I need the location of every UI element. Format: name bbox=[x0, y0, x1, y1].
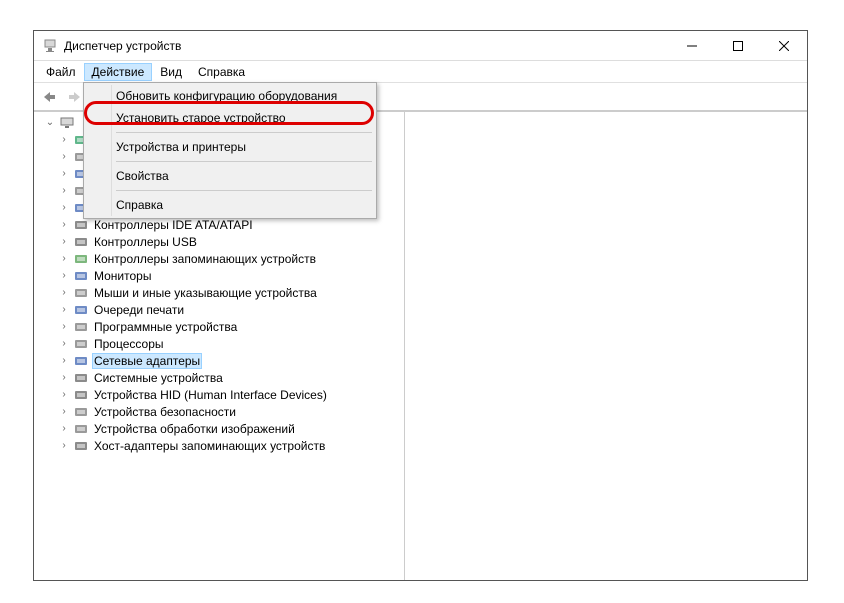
app-icon bbox=[42, 38, 58, 54]
tree-item-label: Устройства обработки изображений bbox=[92, 422, 297, 436]
tree-item[interactable]: › Контроллеры USB bbox=[52, 233, 807, 250]
device-category-icon bbox=[73, 370, 89, 386]
tree-item-label: Сетевые адаптеры bbox=[92, 353, 202, 369]
tree-item[interactable]: › Программные устройства bbox=[52, 318, 807, 335]
expand-icon[interactable]: › bbox=[58, 338, 70, 350]
menu-devices-and-printers[interactable]: Устройства и принтеры bbox=[86, 136, 374, 158]
menu-refresh-hardware[interactable]: Обновить конфигурацию оборудования bbox=[86, 85, 374, 107]
titlebar: Диспетчер устройств bbox=[34, 31, 807, 61]
expand-icon[interactable]: › bbox=[58, 406, 70, 418]
device-category-icon bbox=[73, 404, 89, 420]
tree-item[interactable]: › Процессоры bbox=[52, 335, 807, 352]
expand-icon[interactable]: › bbox=[58, 270, 70, 282]
expand-icon[interactable]: › bbox=[58, 423, 70, 435]
back-button[interactable] bbox=[38, 85, 62, 109]
device-category-icon bbox=[73, 421, 89, 437]
expand-icon[interactable]: › bbox=[58, 253, 70, 265]
dropdown-separator bbox=[116, 161, 372, 162]
expand-icon[interactable]: › bbox=[58, 355, 70, 367]
menu-help[interactable]: Справка bbox=[190, 63, 253, 81]
device-category-icon bbox=[73, 251, 89, 267]
tree-item-label: Контроллеры IDE ATA/ATAPI bbox=[92, 218, 255, 232]
tree-item[interactable]: › Устройства обработки изображений bbox=[52, 420, 807, 437]
tree-item-label: Устройства HID (Human Interface Devices) bbox=[92, 388, 329, 402]
expand-icon[interactable]: › bbox=[58, 372, 70, 384]
device-category-icon bbox=[73, 387, 89, 403]
device-category-icon bbox=[73, 336, 89, 352]
collapse-icon[interactable]: ⌄ bbox=[44, 117, 56, 129]
menu-action[interactable]: Действие bbox=[84, 63, 153, 81]
minimize-button[interactable] bbox=[669, 31, 715, 61]
dropdown-separator bbox=[116, 190, 372, 191]
action-dropdown-menu: Обновить конфигурацию оборудования Устан… bbox=[83, 82, 377, 219]
tree-item[interactable]: › Системные устройства bbox=[52, 369, 807, 386]
tree-item-label: Мониторы bbox=[92, 269, 153, 283]
device-category-icon bbox=[73, 234, 89, 250]
tree-item[interactable]: › Мыши и иные указывающие устройства bbox=[52, 284, 807, 301]
expand-icon[interactable]: › bbox=[58, 185, 70, 197]
menu-file[interactable]: Файл bbox=[38, 63, 84, 81]
tree-item[interactable]: › Устройства HID (Human Interface Devices… bbox=[52, 386, 807, 403]
tree-item-label: Хост-адаптеры запоминающих устройств bbox=[92, 439, 327, 453]
device-category-icon bbox=[73, 285, 89, 301]
menubar: Файл Действие Вид Справка bbox=[34, 61, 807, 83]
expand-icon[interactable]: › bbox=[58, 168, 70, 180]
menu-view[interactable]: Вид bbox=[152, 63, 190, 81]
menu-properties[interactable]: Свойства bbox=[86, 165, 374, 187]
expand-icon[interactable]: › bbox=[58, 304, 70, 316]
device-category-icon bbox=[73, 302, 89, 318]
menu-add-legacy-hardware[interactable]: Установить старое устройство bbox=[86, 107, 374, 129]
tree-item[interactable]: › Сетевые адаптеры bbox=[52, 352, 807, 369]
tree-item-label: Системные устройства bbox=[92, 371, 225, 385]
expand-icon[interactable]: › bbox=[58, 287, 70, 299]
tree-item-label: Процессоры bbox=[92, 337, 166, 351]
tree-item[interactable]: › Мониторы bbox=[52, 267, 807, 284]
device-category-icon bbox=[73, 438, 89, 454]
tree-item-label: Программные устройства bbox=[92, 320, 239, 334]
computer-icon bbox=[59, 115, 75, 131]
expand-icon[interactable]: › bbox=[58, 321, 70, 333]
device-category-icon bbox=[73, 319, 89, 335]
close-button[interactable] bbox=[761, 31, 807, 61]
expand-icon[interactable]: › bbox=[58, 389, 70, 401]
pane-divider[interactable] bbox=[404, 112, 405, 580]
window-title: Диспетчер устройств bbox=[64, 39, 669, 53]
tree-item[interactable]: › Контроллеры запоминающих устройств bbox=[52, 250, 807, 267]
expand-icon[interactable]: › bbox=[58, 219, 70, 231]
tree-item[interactable]: › Устройства безопасности bbox=[52, 403, 807, 420]
device-category-icon bbox=[73, 353, 89, 369]
expand-icon[interactable]: › bbox=[58, 134, 70, 146]
expand-icon[interactable]: › bbox=[58, 440, 70, 452]
tree-item[interactable]: › Очереди печати bbox=[52, 301, 807, 318]
menu-help[interactable]: Справка bbox=[86, 194, 374, 216]
tree-item-label: Контроллеры USB bbox=[92, 235, 199, 249]
expand-icon[interactable]: › bbox=[58, 236, 70, 248]
tree-item-label: Очереди печати bbox=[92, 303, 186, 317]
tree-item-label: Устройства безопасности bbox=[92, 405, 238, 419]
maximize-button[interactable] bbox=[715, 31, 761, 61]
expand-icon[interactable]: › bbox=[58, 202, 70, 214]
dropdown-separator bbox=[116, 132, 372, 133]
tree-item-label: Мыши и иные указывающие устройства bbox=[92, 286, 319, 300]
tree-item-label: Контроллеры запоминающих устройств bbox=[92, 252, 318, 266]
device-category-icon bbox=[73, 268, 89, 284]
tree-item[interactable]: › Хост-адаптеры запоминающих устройств bbox=[52, 437, 807, 454]
expand-icon[interactable]: › bbox=[58, 151, 70, 163]
